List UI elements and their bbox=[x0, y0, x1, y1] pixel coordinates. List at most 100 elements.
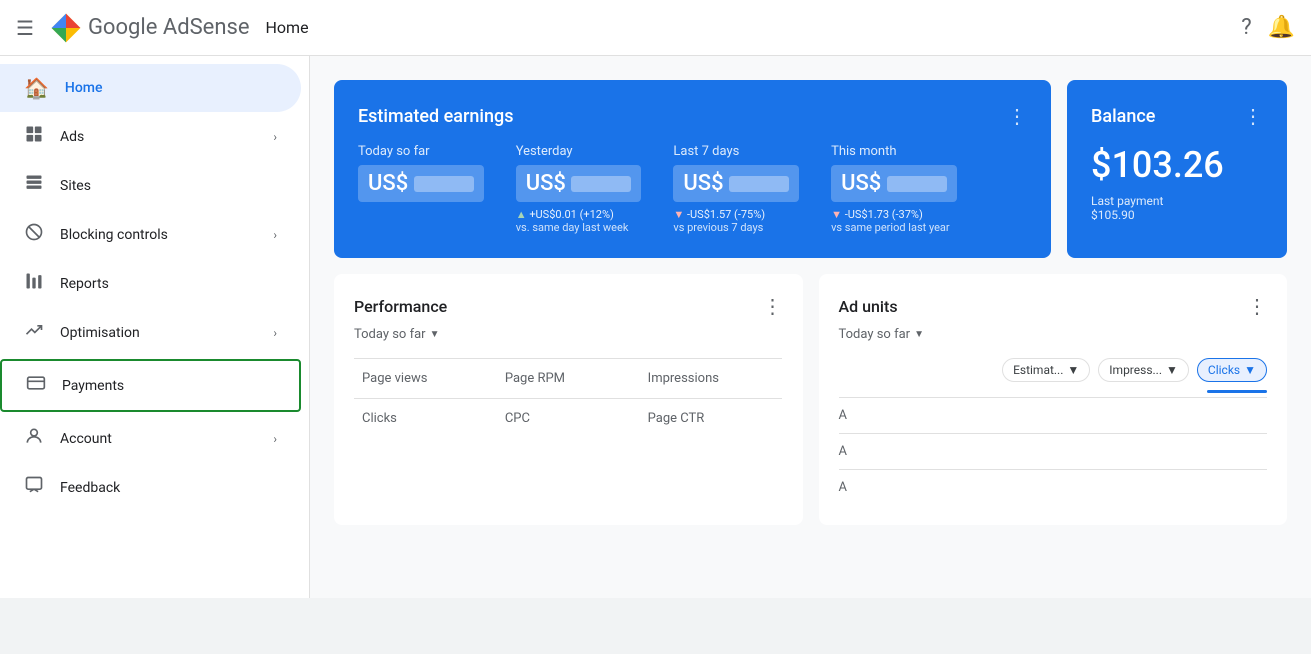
sidebar-item-label: Ads bbox=[60, 129, 84, 145]
earnings-yesterday: Yesterday US$ ▲ +US$0.01 (+12%) vs. same… bbox=[516, 144, 642, 234]
page-title: Home bbox=[266, 18, 309, 37]
last-payment-amount: $105.90 bbox=[1091, 208, 1135, 222]
sidebar-item-sites[interactable]: Sites bbox=[0, 161, 301, 210]
optimisation-icon bbox=[24, 320, 44, 345]
expand-icon: › bbox=[273, 326, 277, 340]
sites-icon bbox=[24, 173, 44, 198]
top-cards-row: Estimated earnings ⋮ Today so far US$ bbox=[334, 80, 1287, 258]
account-icon bbox=[24, 426, 44, 451]
change-note: vs same period last year bbox=[831, 221, 950, 234]
performance-panel-header: Performance ⋮ bbox=[354, 294, 783, 318]
performance-metrics-grid: Page views Page RPM Impressions Clicks C… bbox=[354, 358, 783, 438]
ad-unit-label: A bbox=[839, 480, 1268, 495]
expand-icon: › bbox=[273, 432, 277, 446]
sidebar: 🏠 Home Ads › Sites Blocking controls › bbox=[0, 56, 310, 598]
help-icon[interactable]: ? bbox=[1241, 15, 1251, 40]
sidebar-item-label: Optimisation bbox=[60, 325, 140, 341]
sidebar-item-ads[interactable]: Ads › bbox=[0, 112, 301, 161]
earnings-card-header: Estimated earnings ⋮ bbox=[358, 104, 1027, 128]
perf-metric-cpc: CPC bbox=[497, 398, 640, 438]
sidebar-item-label: Sites bbox=[60, 178, 91, 194]
ad-units-period-selector[interactable]: Today so far ▼ bbox=[839, 327, 924, 342]
performance-period-selector[interactable]: Today so far ▼ bbox=[354, 327, 439, 342]
earnings-last7: Last 7 days US$ ▼ -US$1.57 (-75%) vs pre… bbox=[673, 144, 799, 234]
ad-unit-label: A bbox=[839, 444, 1268, 459]
perf-metric-page-rpm: Page RPM bbox=[497, 358, 640, 398]
earnings-period-today: Today so far bbox=[358, 144, 484, 159]
reports-icon bbox=[24, 271, 44, 296]
change-value: -US$1.57 (-75%) bbox=[687, 208, 765, 221]
sidebar-item-account[interactable]: Account › bbox=[0, 414, 301, 463]
filter-estimated[interactable]: Estimat... ▼ bbox=[1002, 358, 1090, 382]
filter-clicks-label: Clicks bbox=[1208, 363, 1240, 377]
sidebar-item-optimisation[interactable]: Optimisation › bbox=[0, 308, 301, 357]
earnings-value-last7: US$ bbox=[673, 165, 799, 202]
sidebar-item-label: Home bbox=[65, 80, 103, 96]
feedback-icon bbox=[24, 475, 44, 500]
sidebar-item-reports[interactable]: Reports bbox=[0, 259, 301, 308]
earnings-value-today: US$ bbox=[358, 165, 484, 202]
filter-impressions[interactable]: Impress... ▼ bbox=[1098, 358, 1189, 382]
ad-units-period-caret: ▼ bbox=[914, 329, 924, 340]
balance-card-header: Balance ⋮ bbox=[1091, 104, 1263, 128]
sidebar-item-blocking-controls[interactable]: Blocking controls › bbox=[0, 210, 301, 259]
active-filter-bar bbox=[1207, 390, 1267, 393]
earnings-change-last7: ▼ -US$1.57 (-75%) vs previous 7 days bbox=[673, 208, 799, 234]
earnings-today: Today so far US$ bbox=[358, 144, 484, 234]
earnings-thismonth: This month US$ ▼ -US$1.73 (-37%) vs same… bbox=[831, 144, 957, 234]
bottom-cards-row: Performance ⋮ Today so far ▼ Page views … bbox=[334, 274, 1287, 525]
performance-panel: Performance ⋮ Today so far ▼ Page views … bbox=[334, 274, 803, 525]
earnings-change-yesterday: ▲ +US$0.01 (+12%) vs. same day last week bbox=[516, 208, 642, 234]
ad-units-panel-menu-icon[interactable]: ⋮ bbox=[1247, 294, 1267, 318]
ads-icon bbox=[24, 124, 44, 149]
filter-estimated-label: Estimat... bbox=[1013, 363, 1063, 377]
perf-metric-page-ctr: Page CTR bbox=[640, 398, 783, 438]
blocking-controls-icon bbox=[24, 222, 44, 247]
sidebar-item-feedback[interactable]: Feedback bbox=[0, 463, 301, 512]
sidebar-item-label: Blocking controls bbox=[60, 227, 168, 243]
earnings-masked-yesterday bbox=[571, 176, 631, 192]
menu-icon[interactable]: ☰ bbox=[16, 16, 34, 40]
earnings-value-thismonth: US$ bbox=[831, 165, 957, 202]
sidebar-item-home[interactable]: 🏠 Home bbox=[0, 64, 301, 112]
change-arrow-up: ▲ bbox=[516, 208, 530, 221]
filter-impressions-caret: ▼ bbox=[1166, 363, 1178, 377]
balance-card-menu-icon[interactable]: ⋮ bbox=[1243, 104, 1263, 128]
ad-unit-label: A bbox=[839, 408, 1268, 423]
logo: Google AdSense bbox=[50, 12, 250, 44]
filter-estimated-caret: ▼ bbox=[1067, 363, 1079, 377]
sidebar-item-label: Reports bbox=[60, 276, 109, 292]
sidebar-item-payments[interactable]: Payments bbox=[2, 361, 299, 410]
filter-impressions-label: Impress... bbox=[1109, 363, 1162, 377]
balance-card-title: Balance bbox=[1091, 106, 1155, 127]
filter-clicks[interactable]: Clicks ▼ bbox=[1197, 358, 1267, 382]
earnings-masked-thismonth bbox=[887, 176, 947, 192]
earnings-prefix: US$ bbox=[841, 171, 881, 196]
ad-units-row: A bbox=[839, 433, 1268, 469]
ad-units-row: A bbox=[839, 469, 1268, 505]
change-arrow-down2: ▼ bbox=[831, 208, 845, 221]
ad-units-panel-title: Ad units bbox=[839, 297, 898, 316]
performance-panel-menu-icon[interactable]: ⋮ bbox=[763, 294, 783, 318]
change-arrow-down: ▼ bbox=[673, 208, 687, 221]
main-layout: 🏠 Home Ads › Sites Blocking controls › bbox=[0, 56, 1311, 598]
filter-clicks-caret: ▼ bbox=[1244, 363, 1256, 377]
earnings-card-menu-icon[interactable]: ⋮ bbox=[1007, 104, 1027, 128]
main-content: Estimated earnings ⋮ Today so far US$ bbox=[310, 56, 1311, 598]
notifications-icon[interactable]: 🔔 bbox=[1268, 15, 1295, 40]
change-value: +US$0.01 (+12%) bbox=[529, 208, 614, 221]
earnings-masked-today bbox=[414, 176, 474, 192]
ad-units-period-label: Today so far bbox=[839, 327, 911, 342]
perf-metric-clicks: Clicks bbox=[354, 398, 497, 438]
sidebar-item-label: Payments bbox=[62, 378, 124, 394]
performance-period-label: Today so far bbox=[354, 327, 426, 342]
topbar-actions: ? 🔔 bbox=[1241, 15, 1295, 40]
earnings-value-yesterday: US$ bbox=[516, 165, 642, 202]
estimated-earnings-card: Estimated earnings ⋮ Today so far US$ bbox=[334, 80, 1051, 258]
ad-units-panel: Ad units ⋮ Today so far ▼ Estimat... ▼ I… bbox=[819, 274, 1288, 525]
change-value: -US$1.73 (-37%) bbox=[845, 208, 923, 221]
earnings-card-title: Estimated earnings bbox=[358, 106, 513, 127]
earnings-period-last7: Last 7 days bbox=[673, 144, 799, 159]
payments-item-wrapper: Payments bbox=[0, 359, 301, 412]
sidebar-item-label: Feedback bbox=[60, 480, 120, 496]
